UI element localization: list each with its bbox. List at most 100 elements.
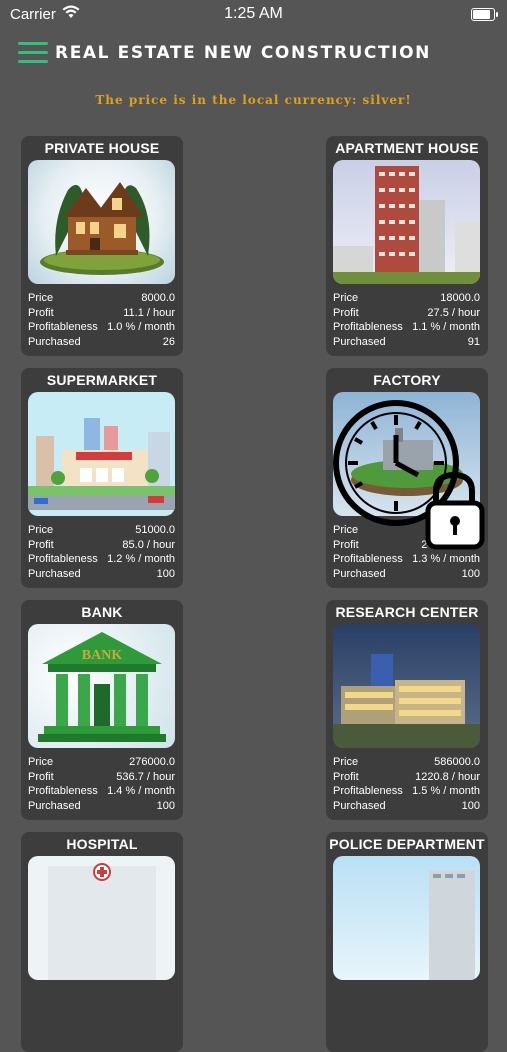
stat-value: 1.2 % / month <box>107 553 175 566</box>
property-card-bank[interactable]: BANK BANK Price 276000.0 Profit 536.7 / ho… <box>21 600 183 820</box>
stat-row: Price 276000.0 <box>28 755 175 770</box>
stat-row: Purchased 100 <box>333 799 480 814</box>
stat-value: 1.0 % / month <box>107 321 175 334</box>
stat-value: 276000.0 <box>129 756 175 768</box>
card-title: PRIVATE HOUSE <box>44 140 160 156</box>
bank-image: BANK <box>28 624 175 748</box>
research-center-image <box>333 624 480 748</box>
stat-value: 100 <box>461 799 480 812</box>
stat-row: Price 8000.0 <box>28 291 175 306</box>
property-card-hospital[interactable]: HOSPITAL <box>21 832 183 1052</box>
card-title: POLICE DEPARTMENT <box>329 836 485 852</box>
stat-value: 536.7 / hour <box>116 770 175 783</box>
stat-label: Profitableness <box>333 553 403 566</box>
status-bar: Carrier 1:25 AM <box>0 0 507 28</box>
stat-value: 1.5 % / month <box>412 785 480 798</box>
stat-row: Profit 536.7 / hour <box>28 770 175 785</box>
stat-value: 26 <box>162 335 175 348</box>
card-stats: Price 586000.0 Profit 1220.8 / hour Profit… <box>333 755 480 813</box>
stat-row: Price 138000.0 <box>333 523 480 538</box>
property-card-factory[interactable]: FACTORY Price 138000.0 Profit 247.2 / hour… <box>326 368 488 588</box>
factory-image <box>333 392 480 516</box>
stat-label: Price <box>28 756 54 768</box>
private-house-image <box>28 160 175 284</box>
stat-row: Purchased 26 <box>28 335 175 350</box>
stat-row: Profit 1220.8 / hour <box>333 770 480 785</box>
stat-value: 51000.0 <box>135 524 175 536</box>
property-card-private-house[interactable]: PRIVATE HOUSE Price 8000.0 Profit 11.1 / h… <box>21 136 183 356</box>
card-stats: Price 51000.0 Profit 85.0 / hour Profitabl… <box>28 523 175 581</box>
stat-row: Profit 247.2 / hour <box>333 538 480 553</box>
card-title: HOSPITAL <box>66 836 138 852</box>
property-card-police-department[interactable]: POLICE DEPARTMENT <box>326 832 488 1052</box>
stat-value: 1220.8 / hour <box>415 770 480 783</box>
stat-row: Purchased 100 <box>28 799 175 814</box>
stat-label: Profit <box>28 770 54 783</box>
stat-label: Price <box>28 292 54 304</box>
apartment-house-image <box>333 160 480 284</box>
card-stats: Price 18000.0 Profit 27.5 / hour Profitabl… <box>333 291 480 349</box>
stat-value: 586000.0 <box>434 756 480 768</box>
property-card-supermarket[interactable]: SUPERMARKET Price 51000.0 Profit 85.0 / ho… <box>21 368 183 588</box>
stat-label: Profit <box>333 306 359 319</box>
stat-label: Profit <box>28 306 54 319</box>
stat-row: Purchased 100 <box>28 567 175 582</box>
police-department-image <box>333 856 480 980</box>
hospital-image <box>28 856 175 980</box>
stat-label: Profitableness <box>28 321 98 334</box>
stat-label: Profit <box>333 770 359 783</box>
stat-row: Price 18000.0 <box>333 291 480 306</box>
card-stats: Price 276000.0 Profit 536.7 / hour Profita… <box>28 755 175 813</box>
stat-value: 1.1 % / month <box>412 321 480 334</box>
stat-value: 100 <box>156 799 175 812</box>
stat-label: Purchased <box>333 799 386 812</box>
page-title: REAL ESTATE NEW CONSTRUCTION <box>55 43 431 63</box>
stat-value: 100 <box>156 567 175 580</box>
app-header: REAL ESTATE NEW CONSTRUCTION <box>0 36 507 72</box>
card-title: RESEARCH CENTER <box>335 604 479 620</box>
stat-row: Purchased 91 <box>333 335 480 350</box>
stat-value: 138000.0 <box>434 524 480 536</box>
stat-label: Profitableness <box>333 785 403 798</box>
stat-row: Price 51000.0 <box>28 523 175 538</box>
svg-text:BANK: BANK <box>82 648 123 663</box>
stat-value: 1.4 % / month <box>107 785 175 798</box>
clock-label: 1:25 AM <box>224 5 283 22</box>
stat-row: Profitableness 1.3 % / month <box>333 552 480 567</box>
stat-value: 247.2 / hour <box>421 538 480 551</box>
supermarket-image <box>28 392 175 516</box>
card-title: APARTMENT HOUSE <box>335 140 479 156</box>
property-card-apartment-house[interactable]: APARTMENT HOUSE Price 18000.0 Profit 27.5 … <box>326 136 488 356</box>
stat-label: Profitableness <box>28 785 98 798</box>
stat-row: Profit 11.1 / hour <box>28 306 175 321</box>
stat-row: Profit 85.0 / hour <box>28 538 175 553</box>
stat-label: Purchased <box>333 567 386 580</box>
hamburger-menu-icon[interactable] <box>18 42 48 66</box>
stat-row: Profit 27.5 / hour <box>333 306 480 321</box>
stat-label: Purchased <box>28 567 81 580</box>
stat-row: Profitableness 1.2 % / month <box>28 552 175 567</box>
battery-icon <box>471 8 498 21</box>
currency-notice: The price is in the local currency: silv… <box>95 93 412 107</box>
stat-value: 27.5 / hour <box>427 306 480 319</box>
card-title: BANK <box>81 604 123 620</box>
property-card-research-center[interactable]: RESEARCH CENTER Price 586000.0 Profit 1220… <box>326 600 488 820</box>
stat-label: Profitableness <box>333 321 403 334</box>
card-stats: Price 8000.0 Profit 11.1 / hour Profitable… <box>28 291 175 349</box>
stat-value: 85.0 / hour <box>122 538 175 551</box>
stat-label: Purchased <box>28 799 81 812</box>
stat-label: Profit <box>333 538 359 551</box>
stat-row: Price 586000.0 <box>333 755 480 770</box>
stat-row: Profitableness 1.4 % / month <box>28 784 175 799</box>
stat-row: Profitableness 1.5 % / month <box>333 784 480 799</box>
stat-row: Profitableness 1.1 % / month <box>333 320 480 335</box>
stat-label: Price <box>333 292 359 304</box>
stat-label: Price <box>333 756 359 768</box>
stat-label: Profit <box>28 538 54 551</box>
card-stats: Price 138000.0 Profit 247.2 / hour Profita… <box>333 523 480 581</box>
stat-row: Profitableness 1.0 % / month <box>28 320 175 335</box>
card-title: SUPERMARKET <box>46 372 158 388</box>
stat-label: Profitableness <box>28 553 98 566</box>
card-title: FACTORY <box>373 372 441 388</box>
stat-label: Price <box>28 524 54 536</box>
